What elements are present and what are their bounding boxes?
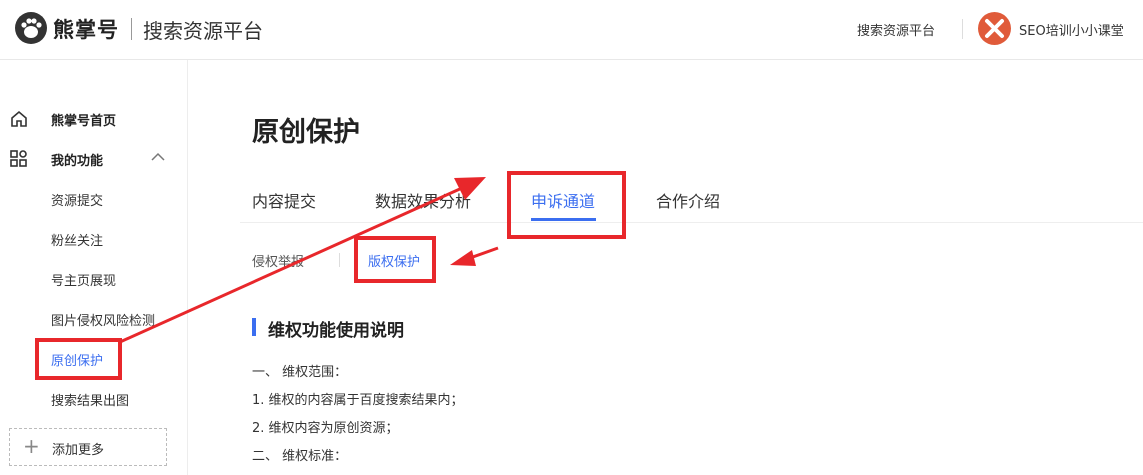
arrow-line	[469, 246, 499, 260]
annotation-arrows	[119, 177, 499, 344]
arrow-line	[119, 186, 463, 344]
arrow-head	[450, 250, 476, 266]
